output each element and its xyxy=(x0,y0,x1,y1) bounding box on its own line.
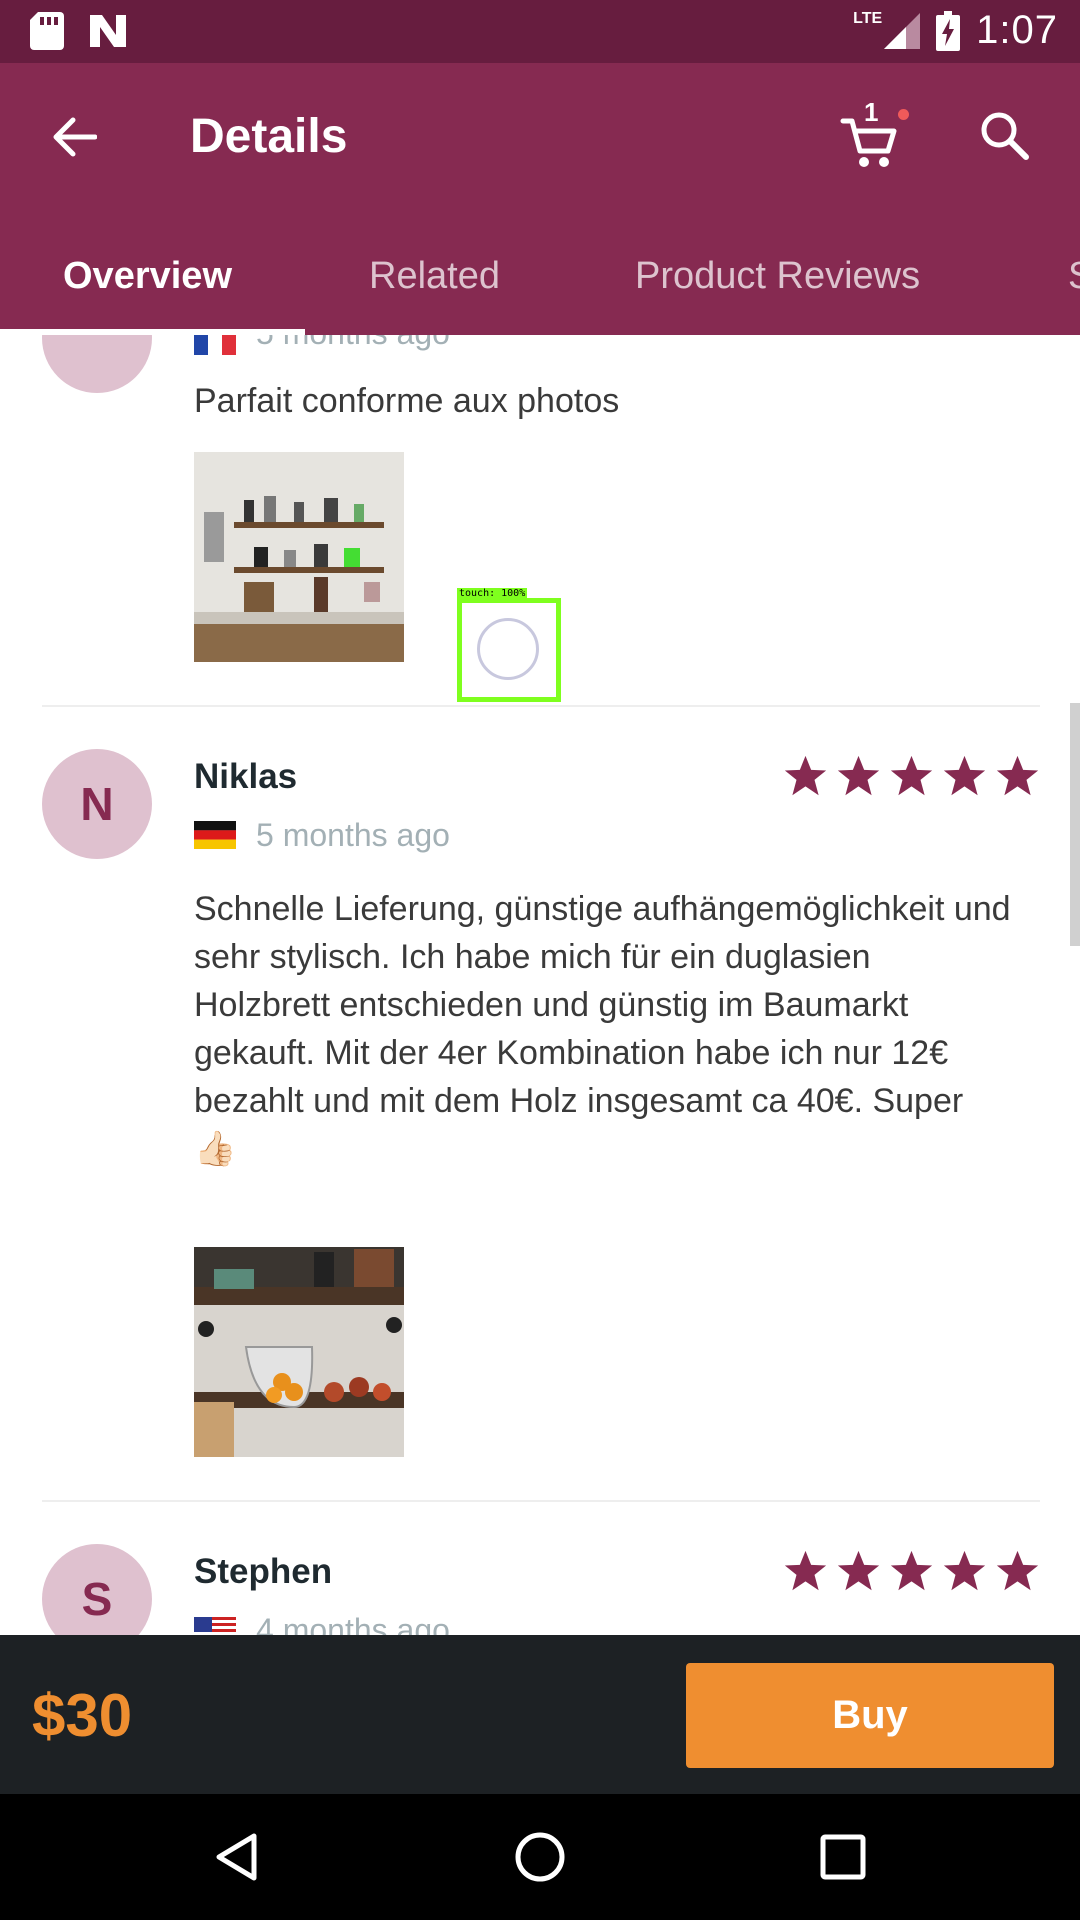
search-icon xyxy=(981,112,1029,160)
nav-back-button[interactable] xyxy=(203,1824,269,1890)
price-label: $30 xyxy=(32,1682,133,1749)
review-photo[interactable] xyxy=(194,452,404,662)
star-icon xyxy=(837,1550,880,1591)
app-notification-icon xyxy=(90,15,126,47)
star-icon xyxy=(943,755,986,796)
reviewer-name: Stephen xyxy=(194,1552,333,1591)
status-bar: LTE 1:07 xyxy=(0,0,1080,63)
back-button[interactable] xyxy=(40,103,108,171)
flag-us-icon xyxy=(194,1617,236,1635)
avatar: S xyxy=(42,1544,152,1635)
star-rating xyxy=(783,1548,1040,1593)
star-icon xyxy=(837,755,880,796)
review-date: 4 months ago xyxy=(256,1612,450,1635)
tab-partial[interactable]: S xyxy=(1068,255,1080,298)
flag-fr-icon xyxy=(194,335,236,355)
cart-button[interactable]: 1 xyxy=(836,97,916,177)
review-text: Parfait conforme aux photos xyxy=(194,382,620,420)
signal-icon xyxy=(884,12,921,49)
divider xyxy=(42,705,1040,707)
divider xyxy=(42,1500,1040,1502)
star-icon xyxy=(890,755,933,796)
reviewer-name: Niklas xyxy=(194,757,298,796)
buy-bar: $30 Buy xyxy=(0,1635,1080,1794)
app-bar: Details 1 Overview Related Product Revie… xyxy=(0,63,1080,335)
shelf-photo-image xyxy=(194,1247,404,1457)
reviews-list[interactable]: 5 months ago Parfait conforme aux photos… xyxy=(0,335,1080,1635)
square-recents-icon xyxy=(820,1834,866,1880)
review-date: 5 months ago xyxy=(256,335,450,352)
flag-de-icon xyxy=(194,821,236,849)
arrow-back-icon xyxy=(53,117,97,157)
star-rating xyxy=(783,753,1040,798)
tab-product-reviews[interactable]: Product Reviews xyxy=(635,255,920,298)
star-icon xyxy=(943,1550,986,1591)
tab-related[interactable]: Related xyxy=(369,255,500,298)
cart-count-badge: 1 xyxy=(864,97,879,127)
star-icon xyxy=(784,1550,827,1591)
tab-overview[interactable]: Overview xyxy=(63,255,232,298)
nav-recents-button[interactable] xyxy=(810,1824,876,1890)
star-icon xyxy=(996,755,1039,796)
status-time: 1:07 xyxy=(976,8,1058,52)
scrollbar[interactable] xyxy=(1070,703,1080,946)
cart-notification-dot xyxy=(898,109,909,120)
search-button[interactable] xyxy=(978,109,1038,169)
triangle-back-icon xyxy=(216,1833,257,1881)
review-date: 5 months ago xyxy=(256,817,450,853)
system-nav-bar xyxy=(0,1794,1080,1920)
sd-card-icon xyxy=(30,12,64,50)
star-icon xyxy=(890,1550,933,1591)
circle-home-icon xyxy=(515,1832,565,1882)
star-icon xyxy=(996,1550,1039,1591)
star-icon xyxy=(784,755,827,796)
avatar xyxy=(42,335,152,393)
shelf-photo-image xyxy=(194,452,404,662)
tab-bar: Overview Related Product Reviews S xyxy=(0,243,1080,335)
buy-button[interactable]: Buy xyxy=(686,1663,1054,1768)
battery-charging-icon xyxy=(936,10,961,51)
nav-home-button[interactable] xyxy=(507,1824,573,1890)
page-title: Details xyxy=(190,110,348,163)
review-photo[interactable] xyxy=(194,1247,404,1457)
touch-indicator-circle xyxy=(477,618,539,680)
network-type-label: LTE xyxy=(853,9,883,27)
avatar: N xyxy=(42,749,152,859)
review-text: Schnelle Lieferung, günstige aufhängemög… xyxy=(194,890,1011,1168)
